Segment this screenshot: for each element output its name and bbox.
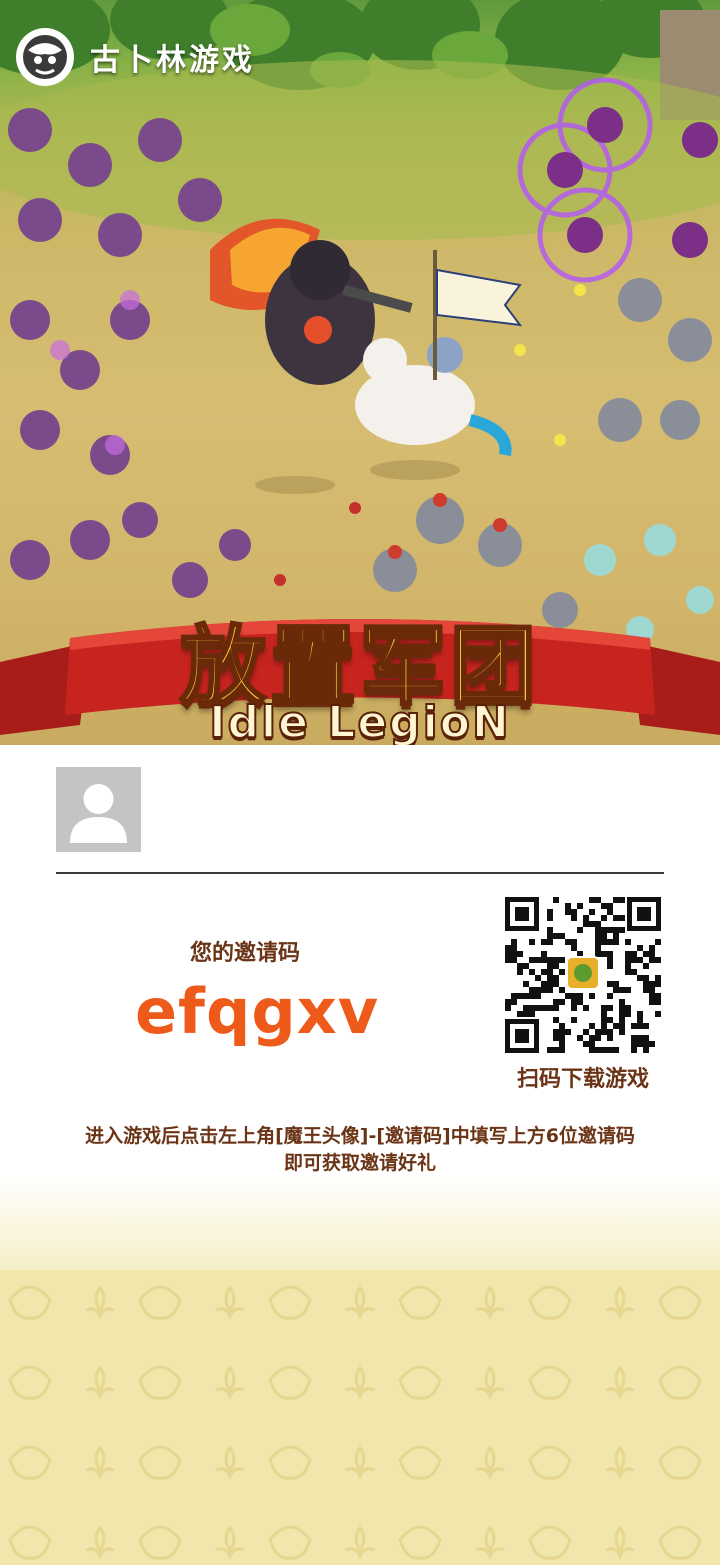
default-avatar-icon [70, 784, 127, 843]
invite-code-label: 您的邀请码 [190, 941, 301, 966]
game-title-en: Idle LegioN [208, 696, 511, 745]
goblin-head-icon [16, 28, 74, 86]
instructions-line-1: 进入游戏后点击左上角[魔王头像]-[邀请码]中填写上方6位邀请码 [85, 1125, 635, 1147]
user-avatar [56, 767, 141, 852]
invite-card: 您的邀请码 efqgxv 扫码下载游戏 进入游戏后点击左上角[魔王头像]-[邀请… [0, 745, 720, 1270]
qr-code-icon[interactable] [503, 895, 663, 1055]
goblin-pattern-background [8, 1285, 702, 1561]
brand: 古卜林游戏 [14, 24, 255, 90]
qr-download-label: 扫码下载游戏 [516, 1067, 649, 1092]
pattern-footer [0, 1270, 720, 1565]
divider [56, 872, 664, 874]
instructions-line-2: 即可获取邀请好礼 [283, 1152, 436, 1174]
brand-name: 古卜林游戏 [90, 43, 255, 78]
invite-code: efqgxv [135, 975, 380, 1048]
instructions: 进入游戏后点击左上角[魔王头像]-[邀请码]中填写上方6位邀请码 即可获取邀请好… [30, 1123, 690, 1177]
hero-banner: 古卜林游戏 放置军团 Idle LegioN [0, 0, 720, 745]
